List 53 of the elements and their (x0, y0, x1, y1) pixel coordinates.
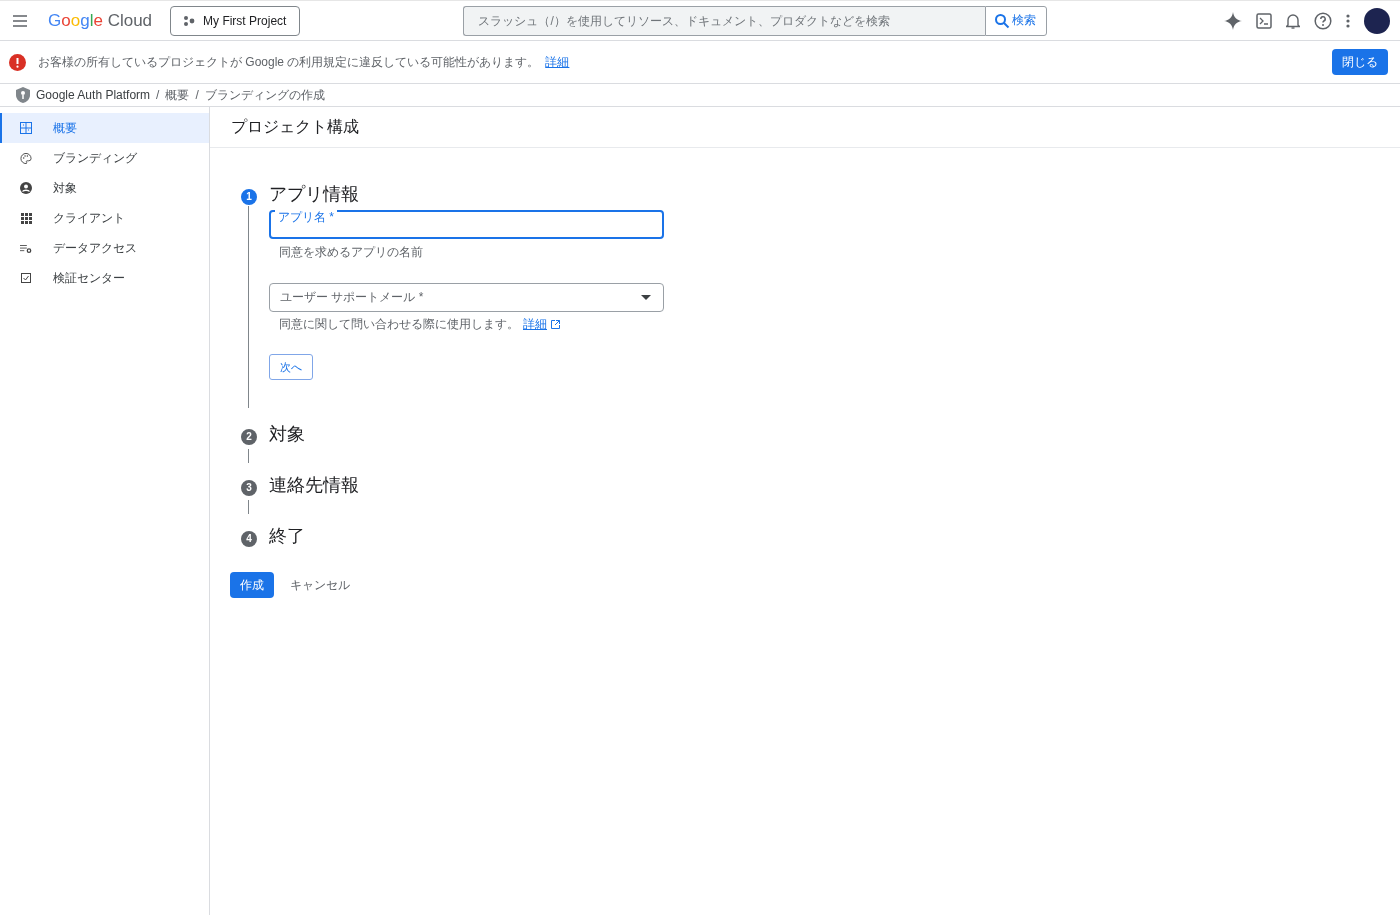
app-name-field[interactable]: アプリ名 * (269, 210, 664, 239)
logo[interactable]: Google Cloud (48, 10, 153, 31)
external-link-icon (551, 320, 560, 329)
list-settings-icon (20, 242, 32, 254)
search-button[interactable]: 検索 (985, 5, 1048, 36)
sidebar-item[interactable]: 概要 (0, 113, 209, 143)
project-picker[interactable]: My First Project (170, 5, 301, 36)
breadcrumb-link[interactable]: Google Auth Platform (36, 88, 151, 102)
person-icon (20, 182, 32, 194)
sidebar-item[interactable]: 対象 (0, 173, 209, 203)
next-button[interactable]: 次へ (269, 354, 313, 380)
palette-icon (20, 151, 32, 165)
breadcrumb-link[interactable]: ブランディングの作成 (204, 86, 325, 104)
breadcrumb-separator: / (195, 88, 199, 102)
notifications-icon[interactable] (1286, 12, 1300, 29)
step-number: 4 (241, 530, 257, 547)
more-icon[interactable] (1346, 13, 1350, 28)
step-number: 3 (241, 479, 257, 496)
details-link[interactable]: 詳細 (523, 316, 547, 333)
terminal-icon[interactable] (1256, 12, 1272, 29)
avatar[interactable] (1364, 7, 1390, 34)
sidebar-item[interactable]: クライアント (0, 203, 209, 233)
step-title[interactable]: 終了 (269, 524, 305, 548)
shield-key-icon (16, 87, 30, 103)
sidebar-item[interactable]: データアクセス (0, 233, 209, 263)
page-title: プロジェクト構成 (210, 107, 1400, 148)
support-email-dropdown[interactable]: ユーザー サポートメール * (269, 283, 664, 312)
close-button[interactable]: 閉じる (1332, 49, 1388, 75)
search-field[interactable]: スラッシュ（/）を使用してリソース、ドキュメント、プロダクトなどを検索 (463, 5, 986, 36)
step-title[interactable]: 対象 (269, 422, 305, 446)
breadcrumb-separator: / (156, 88, 160, 102)
sidebar-item[interactable]: ブランディング (0, 143, 209, 173)
search-icon (994, 12, 1011, 29)
field-hint: 同意に関して問い合わせる際に使用します。 (279, 316, 519, 333)
step-title[interactable]: 連絡先情報 (269, 473, 359, 497)
field-hint: 同意を求めるアプリの名前 (278, 244, 424, 261)
step-number: 2 (241, 428, 257, 445)
project-icon (183, 14, 196, 27)
checkbox-icon (21, 273, 31, 283)
sparkle-icon[interactable] (1224, 11, 1242, 30)
step-number: 1 (241, 188, 257, 205)
step-title[interactable]: アプリ情報 (269, 182, 359, 206)
grid-icon (20, 212, 32, 224)
error-icon (9, 53, 26, 71)
create-button[interactable]: 作成 (230, 572, 274, 598)
cancel-button[interactable]: キャンセル (280, 572, 360, 598)
details-link[interactable]: 詳細 (545, 53, 570, 71)
caret-icon (641, 295, 651, 300)
help-icon[interactable] (1314, 11, 1332, 30)
sidebar-item[interactable]: 検証センター (0, 263, 209, 293)
breadcrumb-link[interactable]: 概要 (165, 86, 190, 104)
dashboard-icon (20, 122, 32, 134)
warning-message: お客様の所有しているプロジェクトが Google の利用規定に違反している可能性があります。 (38, 53, 540, 71)
